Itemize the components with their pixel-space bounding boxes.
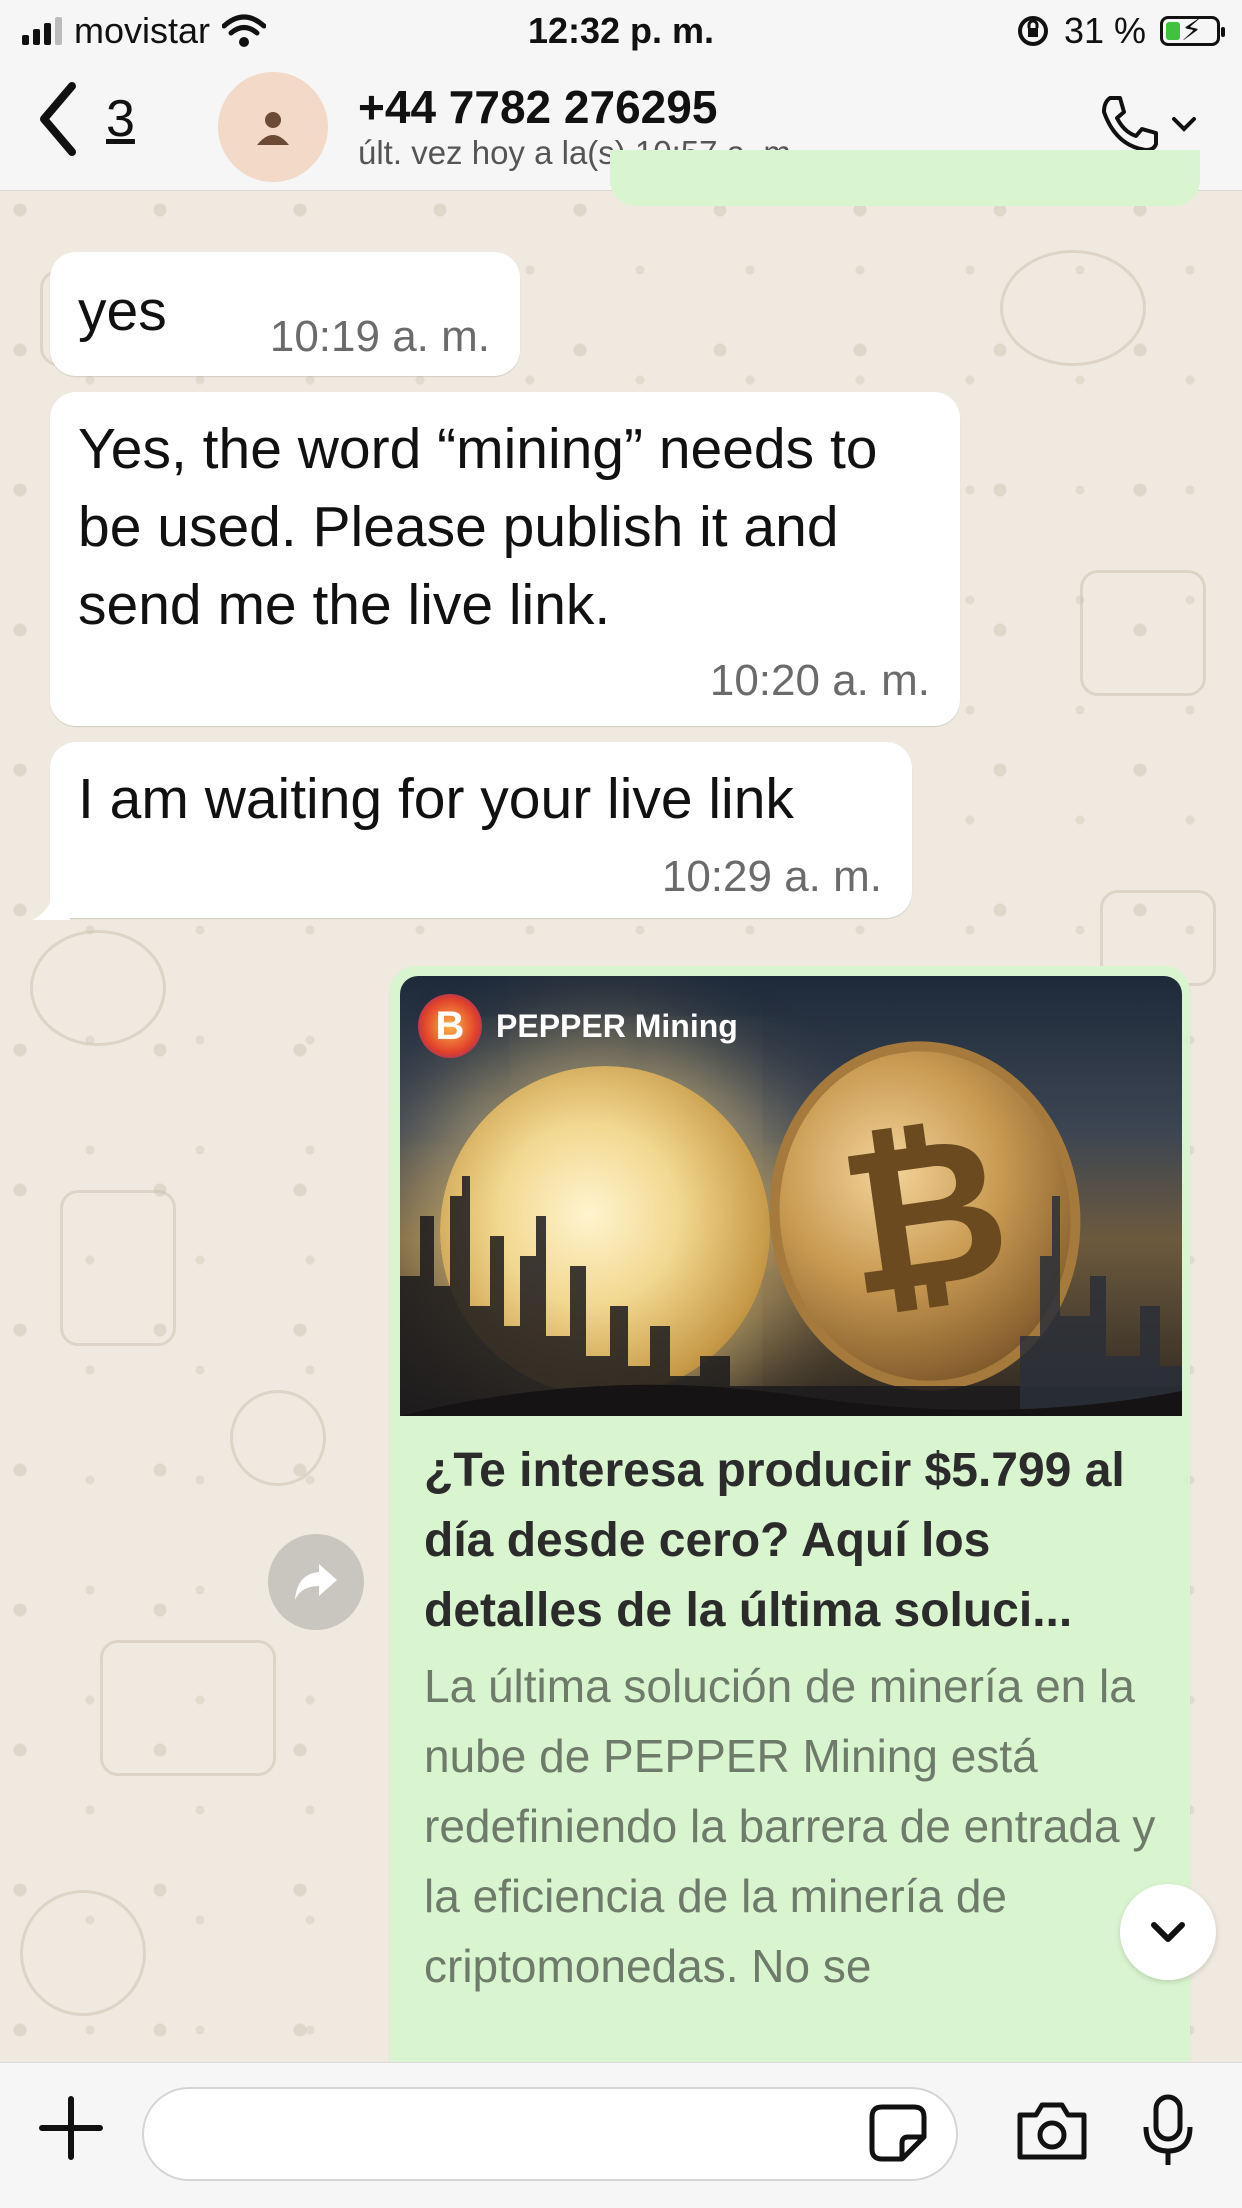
- avatar[interactable]: [218, 72, 328, 182]
- link-preview-image[interactable]: ₿ B PEPPER Mining: [400, 976, 1182, 1416]
- outgoing-message-partial: [610, 150, 1200, 206]
- wallpaper-doodle: [100, 1640, 276, 1776]
- message-text: yes: [78, 279, 167, 343]
- bubble-tail: [32, 890, 70, 920]
- camera-icon[interactable]: [1014, 2099, 1090, 2163]
- status-right-group: 31 % ⚡: [1016, 10, 1225, 52]
- scroll-to-bottom-button[interactable]: [1120, 1884, 1216, 1980]
- link-preview-description: La última solución de minería en la nube…: [424, 1660, 1156, 1992]
- forward-icon: [295, 1564, 337, 1600]
- microphone-icon[interactable]: [1140, 2093, 1196, 2169]
- phone-icon: [1102, 96, 1158, 152]
- unread-count: 3: [106, 90, 135, 148]
- status-bar: movistar 12:32 p. m. 31 % ⚡: [0, 0, 1242, 62]
- wallpaper-doodle: [1080, 570, 1206, 696]
- link-preview-title[interactable]: ¿Te interesa producir $5.799 al día desd…: [424, 1436, 1164, 1646]
- chevron-down-icon: [1151, 1922, 1185, 1942]
- wallpaper-doodle: [60, 1190, 176, 1346]
- message-input[interactable]: [142, 2087, 958, 2181]
- incoming-message[interactable]: Yes, the word “mining” needs to be used.…: [50, 392, 960, 726]
- message-text: Yes, the word “mining” needs to be used.…: [78, 417, 878, 637]
- city-skyline-illustration: [400, 1176, 1182, 1416]
- chat-screen: movistar 12:32 p. m. 31 % ⚡ 3 +44 7782 2…: [0, 0, 1242, 2208]
- brand-badge: B PEPPER Mining: [418, 994, 738, 1058]
- forward-button[interactable]: [268, 1534, 364, 1630]
- message-text: I am waiting for your live link: [78, 767, 794, 831]
- message-time: 10:19 a. m.: [269, 312, 490, 361]
- wallpaper-doodle: [20, 1890, 146, 2016]
- pepper-logo: B: [418, 994, 482, 1058]
- incoming-message[interactable]: yes 10:19 a. m.: [50, 252, 520, 376]
- chevron-down-icon: [1172, 117, 1196, 132]
- battery-percent: 31 %: [1063, 10, 1146, 51]
- message-time: 10:29 a. m.: [661, 852, 882, 901]
- call-button[interactable]: [1096, 92, 1198, 156]
- orientation-lock-icon: [1017, 16, 1048, 46]
- sticker-icon[interactable]: [868, 2103, 928, 2163]
- message-composer: [0, 2062, 1242, 2208]
- wallpaper-doodle: [30, 930, 166, 1046]
- wallpaper-doodle: [1000, 250, 1146, 366]
- person-icon: [257, 112, 289, 145]
- outgoing-link-message[interactable]: ₿ B PEPPER Mining ¿Te interesa producir …: [390, 966, 1190, 2086]
- incoming-message[interactable]: I am waiting for your live link 10:29 a.…: [50, 742, 912, 918]
- wallpaper-doodle: [230, 1390, 326, 1486]
- message-time: 10:20 a. m.: [709, 656, 930, 705]
- back-button[interactable]: 3: [36, 80, 135, 158]
- brand-name: PEPPER Mining: [496, 1007, 738, 1044]
- contact-name[interactable]: +44 7782 276295: [358, 80, 717, 134]
- plus-icon[interactable]: [36, 2093, 106, 2163]
- battery-icon: ⚡: [1160, 14, 1225, 47]
- chevron-left-icon: [40, 82, 76, 156]
